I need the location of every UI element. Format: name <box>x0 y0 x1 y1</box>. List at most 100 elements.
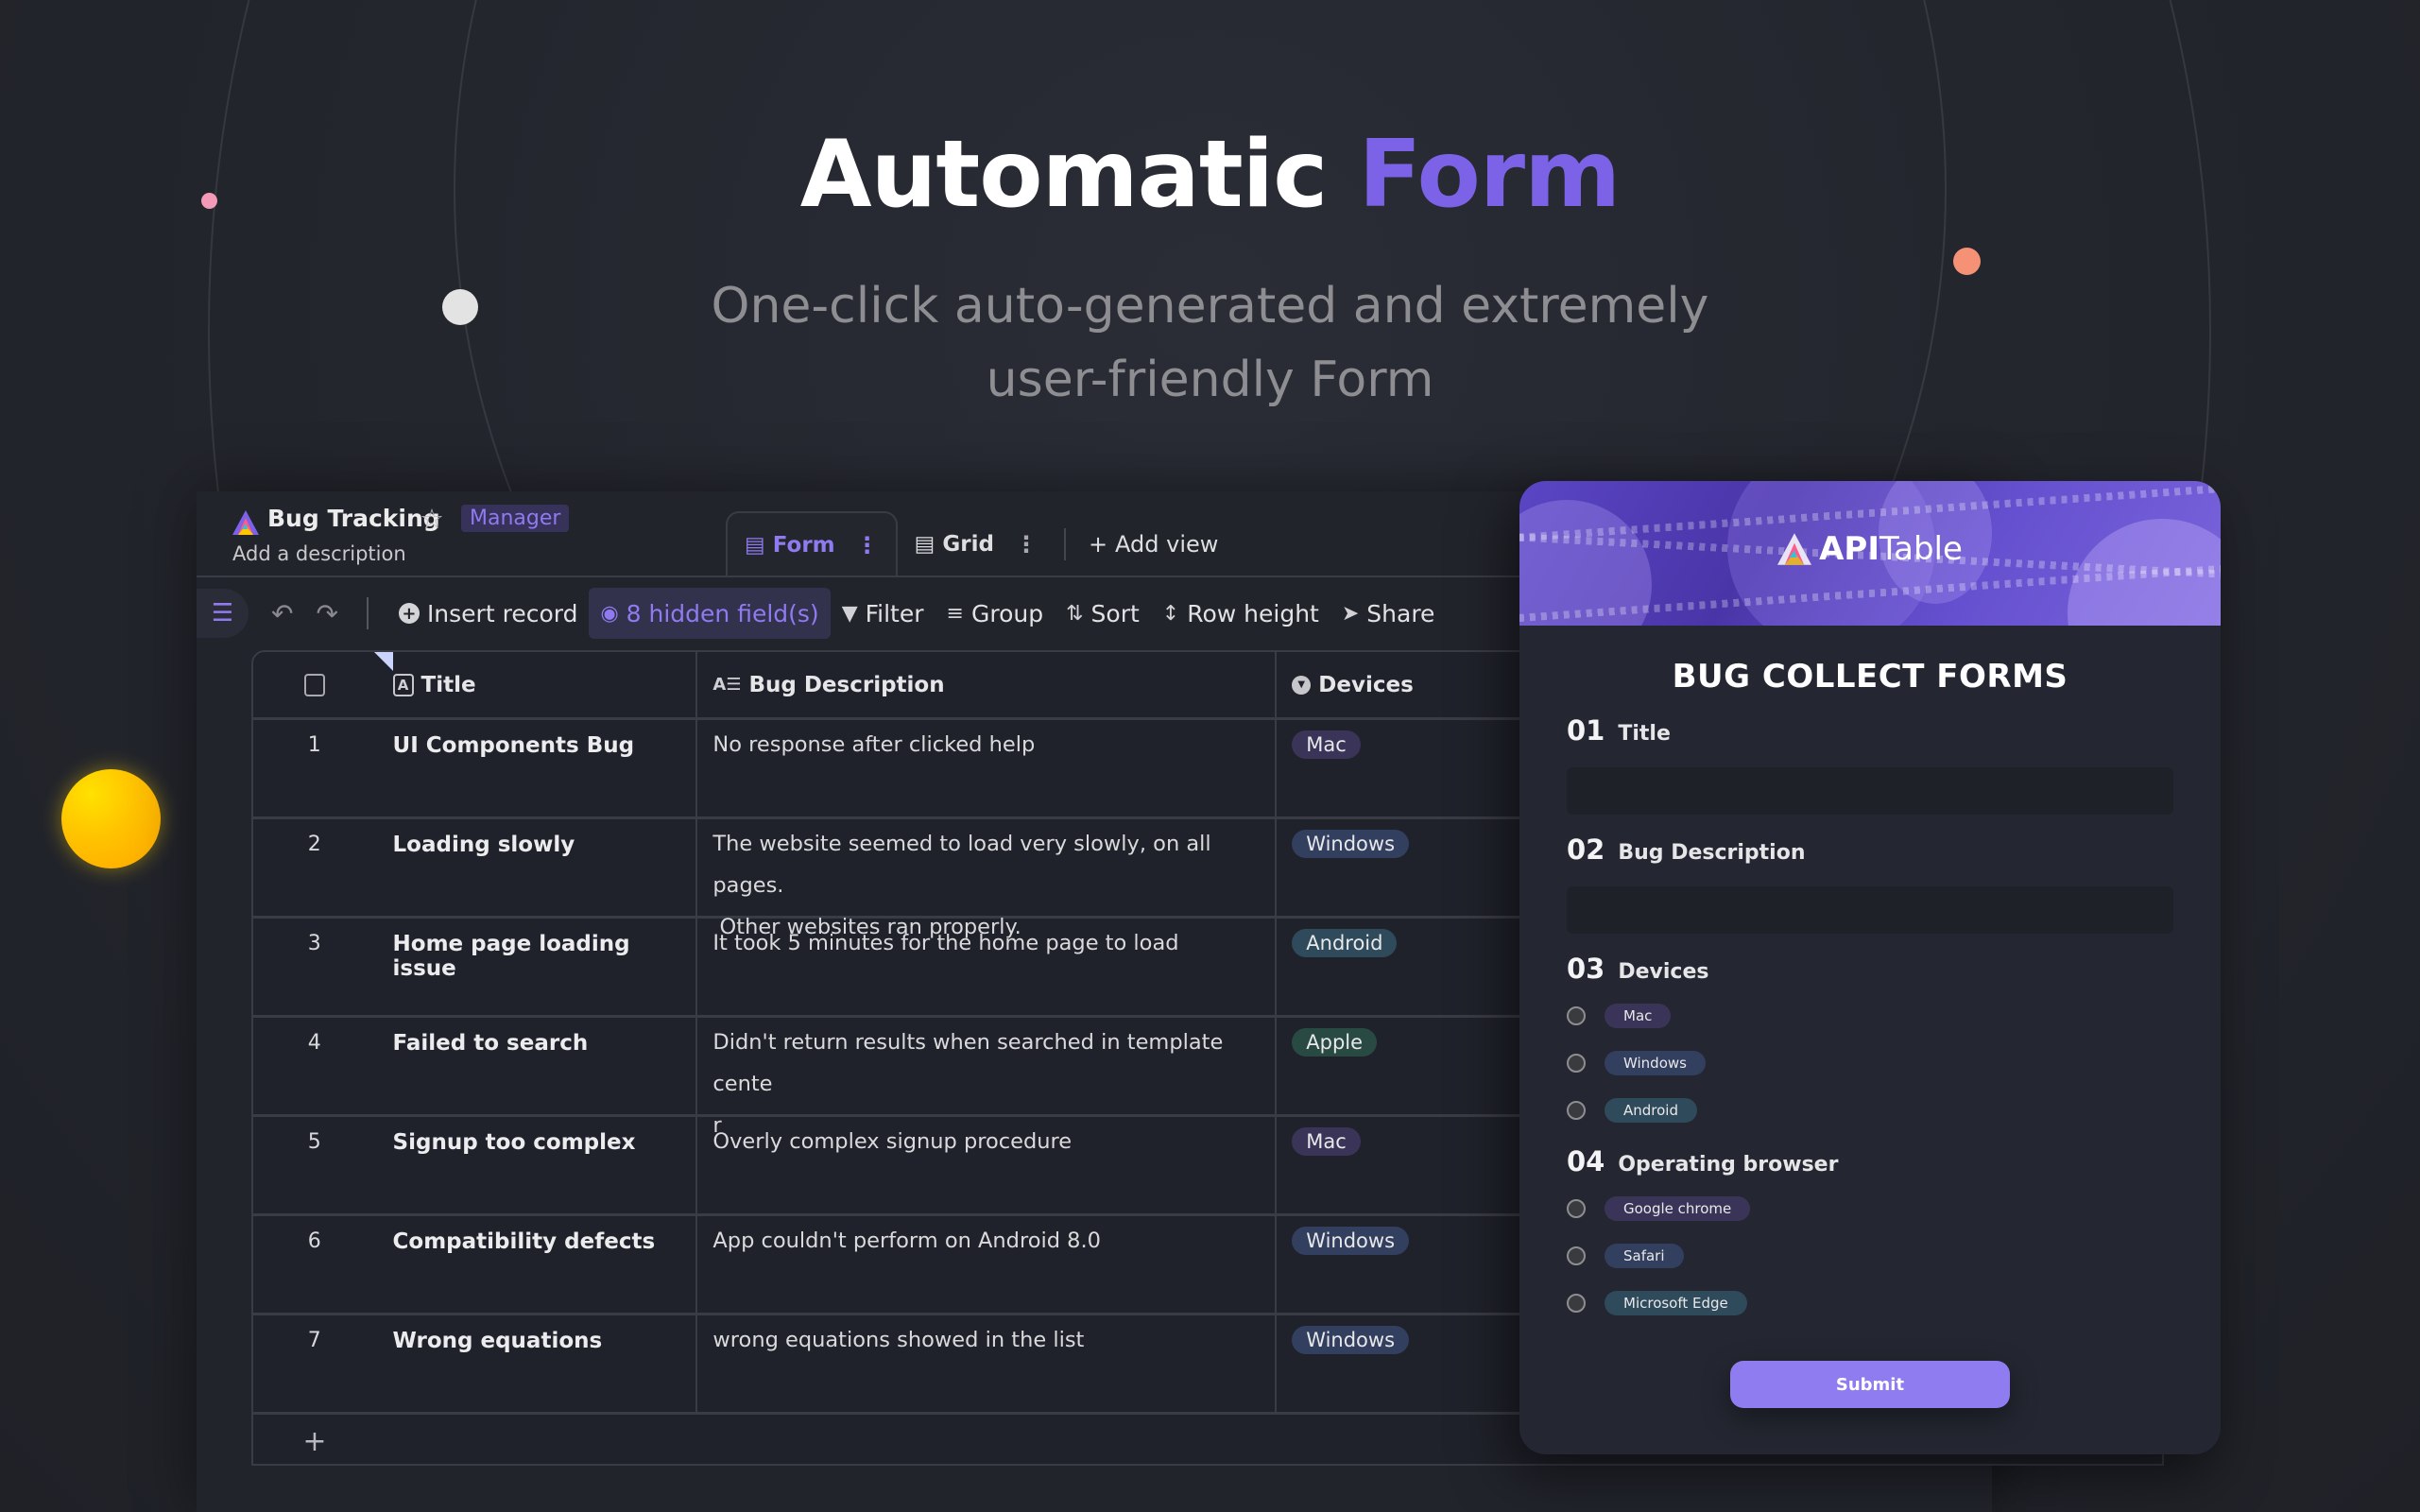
row-number: 5 <box>307 1130 321 1154</box>
hero-subtitle-line: One-click auto-generated and extremely <box>711 278 1709 335</box>
submit-button[interactable]: Submit <box>1730 1361 2010 1408</box>
more-options-icon[interactable]: ⋮ <box>856 532 879 558</box>
radio-button[interactable] <box>1567 1054 1586 1073</box>
device-tag: Android <box>1292 929 1398 957</box>
form-question: 01 Title <box>1567 714 2173 815</box>
long-text-field-icon: A☰ <box>712 674 742 695</box>
radio-button[interactable] <box>1567 1199 1586 1218</box>
radio-button[interactable] <box>1567 1294 1586 1313</box>
choice-option[interactable]: Microsoft Edge <box>1567 1287 2173 1319</box>
question-label: Operating browser <box>1618 1153 1839 1177</box>
title-cell[interactable]: Signup too complex <box>376 1117 698 1213</box>
share-button[interactable]: ➤ Share <box>1330 588 1447 639</box>
radio-button[interactable] <box>1567 1246 1586 1265</box>
question-label: Title <box>1618 722 1671 746</box>
column-header-title[interactable]: A Title <box>376 652 698 717</box>
column-header-label: Title <box>420 672 476 697</box>
undo-icon[interactable]: ↶ <box>271 598 293 629</box>
single-select-field-icon: ▼ <box>1292 675 1312 695</box>
share-label: Share <box>1366 599 1435 627</box>
brand-name-bold: API <box>1819 530 1879 568</box>
device-tag: Windows <box>1292 1227 1410 1255</box>
column-header-label: Bug Description <box>748 672 945 697</box>
device-tag: Mac <box>1292 1127 1361 1156</box>
radio-button[interactable] <box>1567 1006 1586 1025</box>
share-icon: ➤ <box>1341 601 1360 626</box>
filter-label: Filter <box>865 599 924 627</box>
form-preview-card: APITable BUG COLLECT FORMS 01 Title 02 Bug … <box>1519 481 2221 1454</box>
form-cover-banner: APITable <box>1519 481 2221 626</box>
row-number: 6 <box>307 1229 321 1253</box>
question-label: Devices <box>1618 960 1709 984</box>
form-title: BUG COLLECT FORMS <box>1672 658 2068 696</box>
brand-name-light: Table <box>1879 530 1963 568</box>
insert-record-button[interactable]: + Insert record <box>387 588 590 639</box>
tab-form[interactable]: ▤ Form ⋮ <box>726 510 898 577</box>
brand-logo: APITable <box>1519 530 2221 568</box>
title-cell[interactable]: Loading slowly <box>376 819 698 916</box>
add-description-link[interactable]: Add a description <box>232 542 406 565</box>
sort-button[interactable]: ⇅ Sort <box>1055 588 1151 639</box>
row-height-icon: ↕ <box>1161 601 1180 626</box>
question-number: 01 <box>1567 714 1605 747</box>
add-view-button[interactable]: + Add view <box>1075 531 1231 558</box>
device-tag: Windows <box>1292 1326 1410 1354</box>
text-field-icon: A <box>392 673 414 696</box>
plus-icon: + <box>1088 530 1108 558</box>
choice-option[interactable]: Windows <box>1567 1047 2173 1079</box>
description-cell[interactable]: No response after clicked help <box>697 720 1278 816</box>
description-cell[interactable]: App couldn't perform on Android 8.0 <box>697 1216 1278 1313</box>
description-cell[interactable]: It took 5 minutes for the home page to l… <box>697 919 1278 1015</box>
hidden-fields-button[interactable]: ◉ 8 hidden field(s) <box>589 588 831 639</box>
view-tabs: ▤ Form ⋮ ▤ Grid ⋮ + Add view <box>726 510 1231 577</box>
description-cell[interactable]: wrong equations showed in the list <box>697 1315 1278 1412</box>
title-cell[interactable]: Failed to search <box>376 1018 698 1114</box>
toolbar-divider <box>366 597 369 629</box>
device-tag: Windows <box>1292 830 1410 858</box>
collapse-sidebar-icon: ☰ <box>211 599 234 627</box>
choice-option[interactable]: Mac <box>1567 1000 2173 1032</box>
device-tag: Apple <box>1292 1028 1378 1057</box>
select-all-checkbox[interactable] <box>303 673 325 696</box>
row-number: 4 <box>307 1031 321 1055</box>
insert-record-label: Insert record <box>426 599 578 627</box>
datasheet-title[interactable]: Bug Tracking <box>267 505 440 532</box>
hero-title-main: Automatic <box>799 121 1329 229</box>
radio-button[interactable] <box>1567 1101 1586 1120</box>
question-number: 03 <box>1567 953 1605 985</box>
filter-button[interactable]: ▼ Filter <box>831 588 935 639</box>
title-cell[interactable]: Home page loading issue <box>376 919 698 1015</box>
description-cell[interactable]: Overly complex signup procedure <box>697 1117 1278 1213</box>
title-cell[interactable]: UI Components Bug <box>376 720 698 816</box>
filter-icon: ▼ <box>841 601 858 626</box>
choice-option[interactable]: Safari <box>1567 1240 2173 1272</box>
row-number: 7 <box>307 1329 321 1352</box>
star-icon[interactable]: ☆ <box>420 503 444 535</box>
question-heading: 03 Devices <box>1567 953 2173 985</box>
column-header-description[interactable]: A☰ Bug Description <box>697 652 1278 717</box>
row-number: 2 <box>307 833 321 856</box>
tab-label: Grid <box>942 531 994 557</box>
text-input[interactable] <box>1567 767 2173 815</box>
description-cell[interactable]: The website seemed to load very slowly, … <box>697 819 1278 939</box>
text-input[interactable] <box>1567 886 2173 934</box>
sidebar-toggle-button[interactable]: ☰ <box>197 589 249 638</box>
add-record-icon[interactable]: + <box>253 1425 376 1458</box>
tab-grid[interactable]: ▤ Grid ⋮ <box>898 511 1055 577</box>
choice-option[interactable]: Google chrome <box>1567 1193 2173 1225</box>
row-height-button[interactable]: ↕ Row height <box>1151 588 1330 639</box>
title-cell[interactable]: Compatibility defects <box>376 1216 698 1313</box>
title-cell[interactable]: Wrong equations <box>376 1315 698 1412</box>
choice-option[interactable]: Android <box>1567 1094 2173 1126</box>
more-options-icon[interactable]: ⋮ <box>1015 531 1038 558</box>
redo-icon[interactable]: ↷ <box>316 598 337 629</box>
form-body: BUG COLLECT FORMS 01 Title 02 Bug Descripti… <box>1519 626 2221 1408</box>
description-cell[interactable]: Didn't return results when searched in t… <box>697 1018 1278 1138</box>
option-tag: Android <box>1605 1098 1697 1123</box>
decorative-sun <box>61 769 161 868</box>
group-button[interactable]: ≡ Group <box>935 588 1056 639</box>
form-question: 02 Bug Description <box>1567 833 2173 934</box>
hero-title-accent: Form <box>1358 121 1621 229</box>
add-circle-icon: + <box>398 603 420 624</box>
role-badge: Manager <box>461 505 570 532</box>
